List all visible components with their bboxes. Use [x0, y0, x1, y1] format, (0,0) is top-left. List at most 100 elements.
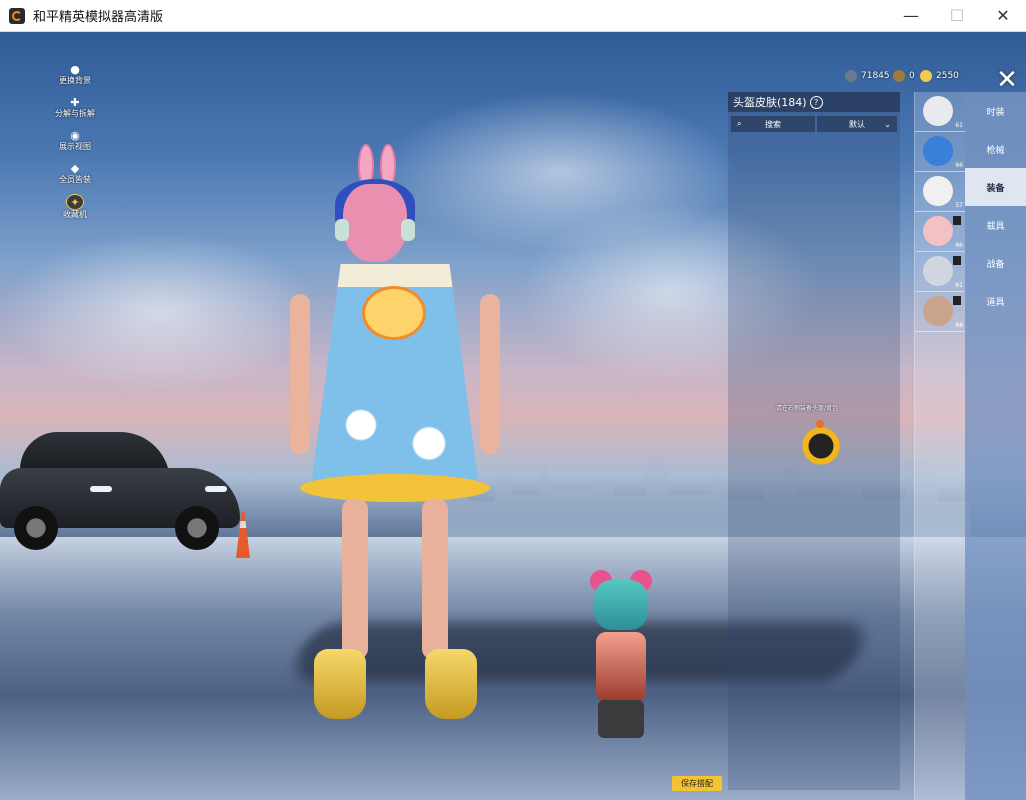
currency-value: 71845: [861, 71, 890, 81]
tab-props[interactable]: 道具: [965, 282, 1026, 320]
maximize-button[interactable]: ☐: [934, 0, 980, 31]
menu-label: 更换背景: [59, 76, 91, 85]
sort-label: 默认: [849, 119, 865, 129]
eye-icon: ◉: [70, 128, 80, 142]
window-controls: — ☐ ✕: [888, 0, 1026, 31]
app-window: 和平精英模拟器高清版 — ☐ ✕ ● 更换背景 ✚ 分解与拆解 ◉ 展示视图 ◆…: [0, 0, 1026, 800]
bunny-helmet-icon: [923, 296, 953, 326]
bear-head: [594, 580, 648, 630]
headphone: [335, 219, 349, 241]
cloud: [0, 232, 320, 392]
tab-vehicles[interactable]: 载具: [965, 206, 1026, 244]
bear-body: [596, 632, 646, 702]
chevron-down-icon: ⌄: [884, 119, 891, 129]
dress-ruffle: [300, 474, 490, 502]
game-scene: ● 更换背景 ✚ 分解与拆解 ◉ 展示视图 ◆ 全员皆装 ✦ 收藏机 71845: [0, 32, 1026, 800]
lock-icon: [953, 296, 961, 305]
character-leg: [342, 499, 368, 659]
car-headlight: [90, 486, 112, 492]
window-title: 和平精英模拟器高清版: [33, 10, 164, 25]
headphone: [401, 219, 415, 241]
medal-icon: ✦: [66, 194, 84, 210]
car-headlight: [205, 486, 227, 492]
character-leg: [422, 499, 448, 659]
duck-decoration: [362, 286, 426, 340]
title-bar: 和平精英模拟器高清版 — ☐ ✕: [0, 0, 1026, 32]
gem-icon: [920, 70, 932, 82]
sort-dropdown[interactable]: 默认 ⌄: [817, 116, 897, 132]
panel-count: (184): [777, 95, 807, 109]
tab-equipment[interactable]: 装备: [965, 168, 1026, 206]
token-icon: [893, 70, 905, 82]
item-count: 66: [955, 162, 963, 169]
panel-title: 头盔皮肤: [733, 96, 777, 109]
search-icon: ⌕: [737, 119, 742, 128]
equip-hint: 请在右侧装备头盔/背包: [776, 405, 839, 412]
help-icon[interactable]: ?: [809, 95, 823, 109]
item-slot[interactable]: 61: [915, 92, 965, 132]
puzzle-icon: ✚: [70, 95, 80, 109]
item-slot[interactable]: 66: [915, 132, 965, 172]
item-slot[interactable]: 57: [915, 172, 965, 212]
menu-label: 全员皆装: [59, 175, 91, 184]
currency-coins: 71845: [845, 70, 890, 82]
item-count: 61: [955, 122, 963, 129]
menu-item-change-background[interactable]: ● 更换背景: [50, 62, 100, 93]
menu-label: 展示视图: [59, 142, 91, 151]
currency-gems: 2550: [920, 70, 959, 82]
save-outfit-button[interactable]: 保存搭配: [672, 776, 722, 791]
item-count: 66: [955, 242, 963, 249]
menu-item-full-equip[interactable]: ◆ 全员皆装: [50, 161, 100, 192]
search-input[interactable]: ⌕ 搜索: [731, 116, 815, 132]
preview-item-dot: [816, 420, 824, 428]
menu-item-disassemble[interactable]: ✚ 分解与拆解: [50, 95, 100, 126]
cat-helmet-icon: [923, 256, 953, 286]
search-row: ⌕ 搜索 默认 ⌄: [728, 116, 900, 132]
tab-guns[interactable]: 枪械: [965, 130, 1026, 168]
player-character[interactable]: [280, 144, 510, 734]
bear-legs: [598, 700, 644, 738]
app-logo-icon: [9, 7, 25, 24]
currency-tokens: 0: [893, 70, 915, 82]
tab-fashion[interactable]: 时装: [965, 92, 1026, 130]
droplet-icon: ◆: [70, 161, 80, 175]
white-helmet-icon: [923, 176, 953, 206]
character-mask: [343, 184, 407, 262]
panel-header: 头盔皮肤 (184) ?: [728, 92, 900, 112]
item-count: 68: [955, 322, 963, 329]
minimize-button[interactable]: —: [888, 0, 934, 31]
user-icon: ●: [70, 62, 80, 76]
lock-icon: [953, 256, 961, 265]
item-count: 57: [955, 202, 963, 209]
item-slot[interactable]: 66: [915, 212, 965, 252]
bear-toy[interactable]: [584, 570, 658, 740]
menu-label: 分解与拆解: [55, 109, 95, 118]
item-column: 61 66 57 66 61 68: [914, 92, 965, 800]
menu-label: 收藏机: [63, 210, 87, 219]
character-arm: [290, 294, 310, 454]
search-label: 搜索: [765, 119, 781, 129]
menu-item-view[interactable]: ◉ 展示视图: [50, 128, 100, 159]
currency-value: 2550: [936, 71, 959, 81]
character-shoe: [425, 649, 477, 719]
close-button[interactable]: ✕: [990, 65, 1024, 95]
menu-item-collection[interactable]: ✦ 收藏机: [50, 194, 100, 225]
preview-item-icon[interactable]: [800, 424, 842, 468]
blue-helmet-icon: [923, 136, 953, 166]
item-count: 61: [955, 282, 963, 289]
character-arm: [480, 294, 500, 454]
character-shoe: [314, 649, 366, 719]
tab-combat[interactable]: 战备: [965, 244, 1026, 282]
item-slot[interactable]: 61: [915, 252, 965, 292]
category-tabs: 时装 枪械 装备 载具 战备 道具: [965, 92, 1026, 800]
left-menu: ● 更换背景 ✚ 分解与拆解 ◉ 展示视图 ◆ 全员皆装 ✦ 收藏机: [50, 62, 100, 227]
pig-helmet-icon: [923, 216, 953, 246]
lock-icon: [953, 216, 961, 225]
car-wheel: [175, 506, 219, 550]
currency-value: 0: [909, 71, 915, 81]
coin-icon: [845, 70, 857, 82]
close-window-button[interactable]: ✕: [980, 0, 1026, 31]
sports-car: [0, 430, 245, 560]
panda-helmet-icon: [923, 96, 953, 126]
item-slot[interactable]: 68: [915, 292, 965, 332]
